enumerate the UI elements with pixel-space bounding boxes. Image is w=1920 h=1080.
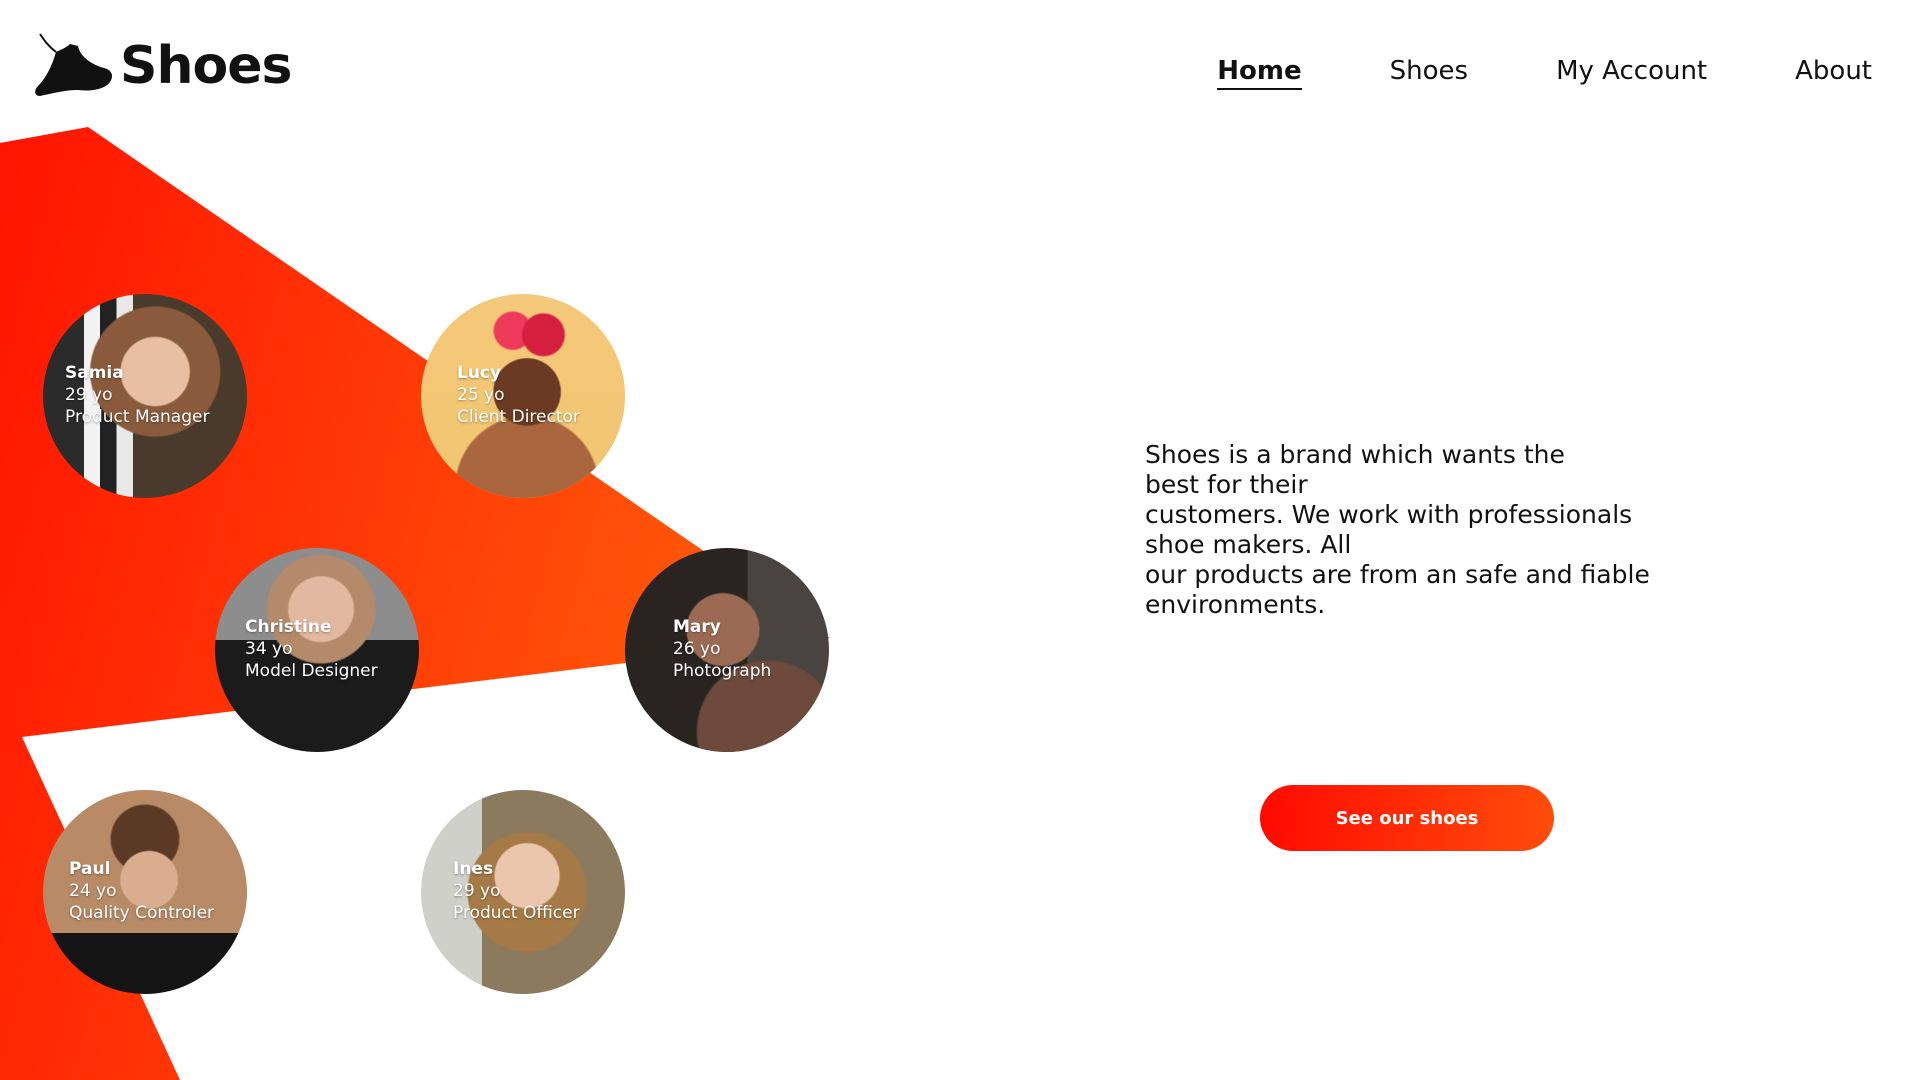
see-our-shoes-button[interactable]: See our shoes — [1260, 785, 1554, 851]
member-role: Photograph — [673, 661, 772, 681]
brand-name: Shoes — [120, 36, 292, 96]
about-line: customers. We work with professionals — [1145, 500, 1633, 529]
member-name: Ines — [453, 859, 494, 879]
member-age: 34 yo — [245, 639, 293, 659]
avatar-info: Lucy 25 yo Client Director — [457, 362, 580, 428]
about-line: shoe makers. All — [1145, 530, 1352, 559]
member-role: Quality Controler — [69, 903, 215, 923]
main-nav: Home Shoes My Account About — [1217, 56, 1872, 90]
about-line: best for their — [1145, 470, 1308, 499]
nav-shoes[interactable]: Shoes — [1390, 56, 1468, 90]
avatar-info: Samia 29 yo Product Manager — [65, 362, 209, 428]
member-role: Product Manager — [65, 407, 210, 427]
member-name: Mary — [673, 617, 721, 637]
page: Shoes Home Shoes My Account About Samia … — [0, 0, 1920, 1080]
team-member-ines[interactable]: Ines 29 yo Product Officer — [421, 790, 625, 994]
team-member-samia[interactable]: Samia 29 yo Product Manager — [43, 294, 247, 498]
team-member-paul[interactable]: Paul 24 yo Quality Controler — [43, 790, 247, 994]
about-line: our products are from an safe and fiable — [1145, 560, 1650, 589]
member-role: Product Officer — [453, 903, 580, 923]
about-paragraph: Shoes is a brand which wants the best fo… — [1145, 440, 1665, 620]
member-age: 24 yo — [69, 881, 117, 901]
brand-logo[interactable]: Shoes — [34, 30, 292, 102]
team-member-christine[interactable]: Christine 34 yo Model Designer — [215, 548, 419, 752]
avatar-info: Paul 24 yo Quality Controler — [69, 858, 214, 924]
member-role: Model Designer — [245, 661, 378, 681]
member-age: 26 yo — [673, 639, 721, 659]
avatar-info: Christine 34 yo Model Designer — [245, 616, 378, 682]
member-role: Client Director — [457, 407, 580, 427]
nav-home[interactable]: Home — [1217, 56, 1302, 90]
nav-my-account[interactable]: My Account — [1556, 56, 1707, 90]
about-line: environments. — [1145, 590, 1326, 619]
avatar-info: Ines 29 yo Product Officer — [453, 858, 580, 924]
avatar-info: Mary 26 yo Photograph — [673, 616, 771, 682]
member-name: Samia — [65, 363, 124, 383]
shoe-icon — [35, 33, 112, 96]
team-member-mary[interactable]: Mary 26 yo Photograph — [625, 548, 829, 752]
member-age: 29 yo — [453, 881, 501, 901]
member-name: Lucy — [457, 363, 502, 383]
member-name: Christine — [245, 617, 332, 637]
nav-about[interactable]: About — [1795, 56, 1872, 90]
member-age: 29 yo — [65, 385, 113, 405]
about-line: Shoes is a brand which wants the — [1145, 440, 1565, 469]
member-name: Paul — [69, 859, 111, 879]
member-age: 25 yo — [457, 385, 505, 405]
team-member-lucy[interactable]: Lucy 25 yo Client Director — [421, 294, 625, 498]
